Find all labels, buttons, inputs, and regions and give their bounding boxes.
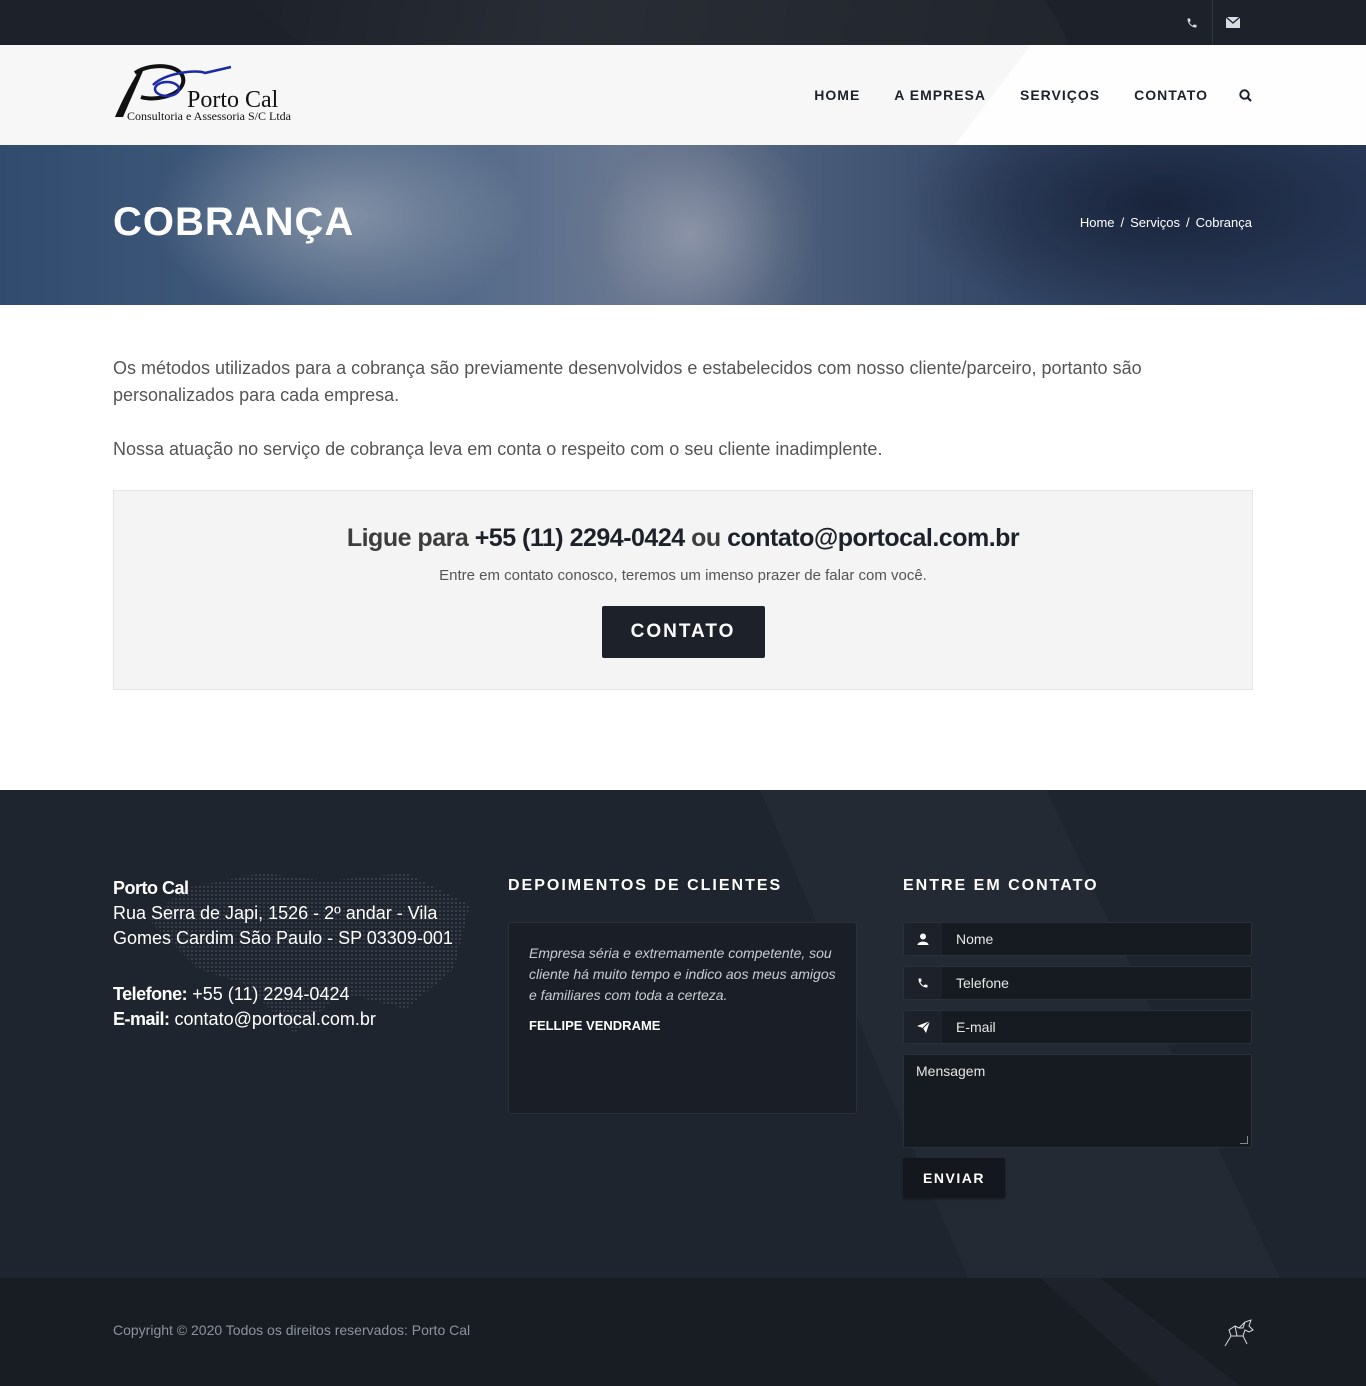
- name-placeholder: Nome: [956, 931, 994, 947]
- nav-servicos[interactable]: SERVIÇOS: [1020, 87, 1100, 103]
- svg-text:Consultoria e Assessoria S/C L: Consultoria e Assessoria S/C Ltda: [127, 109, 292, 123]
- phone-placeholder: Telefone: [956, 975, 1009, 991]
- footer-email-value[interactable]: contato@portocal.com.br: [175, 1009, 376, 1029]
- cta-middle: ou: [684, 524, 728, 552]
- search-icon[interactable]: [1238, 88, 1252, 102]
- enviar-button[interactable]: ENVIAR: [903, 1158, 1005, 1198]
- email-placeholder: E-mail: [956, 1019, 996, 1035]
- message-placeholder: Mensagem: [916, 1063, 986, 1079]
- cta-email[interactable]: contato@portocal.com.br: [727, 524, 1020, 552]
- phone-icon: [904, 967, 942, 999]
- footer-company-name: Porto Cal: [113, 878, 189, 898]
- footer-phone: Telefone: +55 (11) 2294-0424: [113, 982, 453, 1007]
- contact-heading: ENTRE EM CONTATO: [903, 877, 1099, 894]
- nav-contato[interactable]: CONTATO: [1134, 87, 1208, 103]
- paper-plane-icon: [904, 1011, 942, 1043]
- nav-home[interactable]: HOME: [814, 87, 860, 103]
- nav-a-empresa[interactable]: A EMPRESA: [894, 87, 986, 103]
- call-to-action-box: Ligue para +55 (11) 2294-0424 ou contato…: [113, 490, 1253, 690]
- cta-phone: +55 (11) 2294-0424: [474, 524, 685, 552]
- name-field[interactable]: Nome: [903, 922, 1252, 956]
- site-logo[interactable]: Porto Cal Consultoria e Assessoria S/C L…: [113, 63, 313, 125]
- breadcrumb: Home / Serviços / Cobrança: [1080, 215, 1252, 230]
- phone-icon[interactable]: [1172, 0, 1212, 45]
- breadcrumb-separator: /: [1120, 215, 1125, 230]
- message-textarea[interactable]: Mensagem: [903, 1054, 1252, 1148]
- main-nav: HOME A EMPRESA SERVIÇOS CONTATO: [780, 45, 1252, 145]
- phone-field[interactable]: Telefone: [903, 966, 1252, 1000]
- cta-heading: Ligue para +55 (11) 2294-0424 ou contato…: [114, 524, 1252, 553]
- breadcrumb-servicos[interactable]: Serviços: [1130, 215, 1180, 230]
- copyright: Copyright © 2020 Todos os direitos reser…: [113, 1322, 471, 1338]
- horse-icon[interactable]: [1221, 1316, 1255, 1348]
- testimonial-author: FELLIPE VENDRAME: [529, 1018, 661, 1033]
- testimonials-heading: DEPOIMENTOS DE CLIENTES: [508, 877, 783, 894]
- top-bar: [0, 0, 1366, 45]
- breadcrumb-home[interactable]: Home: [1080, 215, 1115, 230]
- cta-prefix: Ligue para: [346, 524, 475, 552]
- footer-bottom-decoration: [1040, 1278, 1240, 1386]
- resize-handle-icon[interactable]: [1240, 1136, 1248, 1144]
- site-header: Porto Cal Consultoria e Assessoria S/C L…: [0, 45, 1366, 145]
- contato-button[interactable]: CONTATO: [601, 606, 765, 658]
- footer-phone-label: Telefone:: [113, 984, 188, 1004]
- testimonial-card: Empresa séria e extremamente competente,…: [508, 922, 857, 1114]
- footer-address: Rua Serra de Japi, 1526 - 2º andar - Vil…: [113, 903, 453, 948]
- testimonial-quote: Empresa séria e extremamente competente,…: [529, 945, 836, 1003]
- content-paragraph: Nossa atuação no serviço de cobrança lev…: [113, 439, 883, 459]
- cta-subtitle: Entre em contato conosco, teremos um ime…: [439, 567, 927, 584]
- footer-address-block: Porto Cal Rua Serra de Japi, 1526 - 2º a…: [113, 876, 453, 1032]
- breadcrumb-current: Cobrança: [1195, 215, 1252, 230]
- page-title: COBRANÇA: [113, 200, 355, 244]
- content-paragraph: Os métodos utilizados para a cobrança sã…: [113, 358, 1142, 405]
- footer-email: E-mail: contato@portocal.com.br: [113, 1007, 453, 1032]
- footer-phone-value: +55 (11) 2294-0424: [192, 984, 350, 1004]
- breadcrumb-separator: /: [1186, 215, 1190, 230]
- footer-email-label: E-mail:: [113, 1009, 170, 1029]
- user-icon: [904, 923, 942, 955]
- top-bar-decoration: [240, 0, 1070, 45]
- main-content: Os métodos utilizados para a cobrança sã…: [113, 355, 1253, 490]
- envelope-icon[interactable]: [1213, 0, 1253, 45]
- email-field[interactable]: E-mail: [903, 1010, 1252, 1044]
